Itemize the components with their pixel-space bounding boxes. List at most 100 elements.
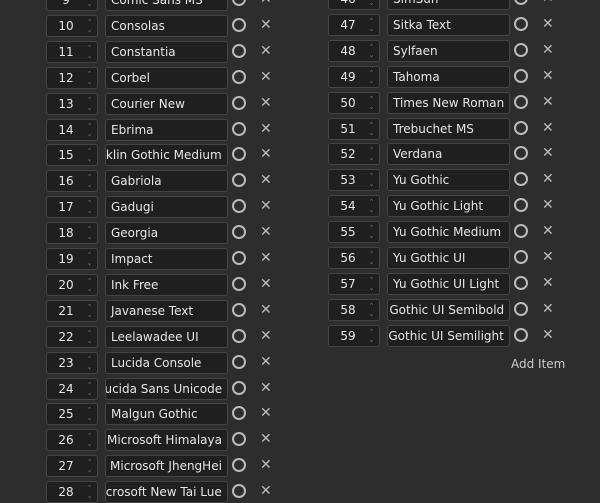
- circle-icon[interactable]: [232, 199, 246, 214]
- circle-icon[interactable]: [232, 121, 246, 136]
- spinner-arrows-icon[interactable]: ⌃⌄: [85, 96, 94, 112]
- circle-icon[interactable]: [232, 173, 246, 188]
- close-icon[interactable]: ✕: [260, 300, 272, 320]
- font-name-input[interactable]: Lucida Sans Unicode: [105, 377, 228, 400]
- font-name-input[interactable]: Yu Gothic UI Semibold: [387, 298, 510, 321]
- close-icon[interactable]: ✕: [260, 15, 272, 35]
- spinner-arrows-icon[interactable]: ⌃⌄: [367, 69, 376, 85]
- index-stepper[interactable]: 9 ⌃⌄: [46, 0, 98, 11]
- close-icon[interactable]: ✕: [542, 14, 554, 34]
- spinner-arrows-icon[interactable]: ⌃⌄: [85, 277, 94, 293]
- add-item-button[interactable]: Add Item: [511, 357, 565, 371]
- index-stepper[interactable]: 57 ⌃ ⌄: [328, 272, 380, 295]
- spinner-arrows-icon[interactable]: ⌃⌄: [367, 43, 376, 59]
- index-stepper[interactable]: 11 ⌃ ⌄: [46, 40, 98, 63]
- index-stepper[interactable]: 47 ⌃ ⌄: [328, 13, 380, 36]
- close-icon[interactable]: ✕: [260, 326, 272, 346]
- index-stepper[interactable]: 16 ⌃ ⌄: [46, 170, 98, 193]
- spinner-arrows-icon[interactable]: ⌃⌄: [85, 147, 94, 163]
- spinner-arrows-icon[interactable]: ⌃⌄: [367, 328, 376, 344]
- close-icon[interactable]: ✕: [260, 455, 272, 475]
- index-stepper[interactable]: 12 ⌃ ⌄: [46, 66, 98, 89]
- font-name-input[interactable]: SimSun: [387, 0, 510, 10]
- spinner-arrows-icon[interactable]: ⌃⌄: [85, 122, 94, 138]
- index-stepper[interactable]: 20 ⌃ ⌄: [46, 273, 98, 296]
- circle-icon[interactable]: [232, 458, 246, 473]
- index-stepper[interactable]: 50 ⌃ ⌄: [328, 91, 380, 114]
- font-name-input[interactable]: Times New Roman: [387, 91, 510, 114]
- circle-icon[interactable]: [514, 224, 528, 239]
- index-stepper[interactable]: 14 ⌃ ⌄: [46, 118, 98, 141]
- circle-icon[interactable]: [232, 380, 246, 395]
- close-icon[interactable]: ✕: [260, 429, 272, 449]
- close-icon[interactable]: ✕: [260, 41, 272, 61]
- circle-icon[interactable]: [514, 301, 528, 316]
- index-stepper[interactable]: 56 ⌃ ⌄: [328, 247, 380, 269]
- close-icon[interactable]: ✕: [542, 0, 554, 8]
- circle-icon[interactable]: [232, 95, 246, 110]
- font-name-input[interactable]: Gadugi: [105, 196, 228, 219]
- circle-icon[interactable]: [514, 0, 528, 5]
- spinner-arrows-icon[interactable]: ⌃⌄: [367, 121, 376, 137]
- font-name-input[interactable]: Consolas: [105, 14, 228, 37]
- font-name-input[interactable]: Leelawadee UI: [105, 325, 228, 348]
- index-stepper[interactable]: 23 ⌃ ⌄: [46, 351, 98, 374]
- font-name-input[interactable]: Yu Gothic UI Semilight: [387, 324, 510, 347]
- font-name-input[interactable]: Microsoft Himalaya: [105, 429, 228, 452]
- spinner-arrows-icon[interactable]: ⌃⌄: [85, 432, 94, 448]
- spinner-arrows-icon[interactable]: ⌃⌄: [367, 172, 376, 188]
- circle-icon[interactable]: [514, 146, 528, 161]
- spinner-arrows-icon[interactable]: ⌃⌄: [85, 303, 94, 319]
- font-name-input[interactable]: Microsoft JhengHei: [105, 455, 228, 478]
- circle-icon[interactable]: [232, 17, 246, 32]
- font-name-input[interactable]: Ebrima: [105, 118, 228, 141]
- circle-icon[interactable]: [232, 0, 246, 6]
- close-icon[interactable]: ✕: [542, 273, 554, 293]
- circle-icon[interactable]: [514, 250, 528, 264]
- close-icon[interactable]: ✕: [260, 67, 272, 87]
- circle-icon[interactable]: [232, 69, 246, 84]
- index-stepper[interactable]: 54 ⌃ ⌄: [328, 195, 380, 218]
- close-icon[interactable]: ✕: [260, 352, 272, 372]
- font-name-input[interactable]: Yu Gothic: [387, 169, 510, 192]
- font-name-input[interactable]: Franklin Gothic Medium: [105, 144, 228, 167]
- index-stepper[interactable]: 19 ⌃ ⌄: [46, 248, 98, 270]
- close-icon[interactable]: ✕: [542, 325, 554, 345]
- index-stepper[interactable]: 27 ⌃ ⌄: [46, 455, 98, 478]
- spinner-arrows-icon[interactable]: ⌃⌄: [85, 406, 94, 422]
- circle-icon[interactable]: [232, 302, 246, 317]
- font-name-input[interactable]: Sitka Text: [387, 13, 510, 36]
- spinner-arrows-icon[interactable]: ⌃⌄: [85, 458, 94, 474]
- index-stepper[interactable]: 58 ⌃ ⌄: [328, 298, 380, 321]
- circle-icon[interactable]: [514, 94, 528, 109]
- circle-icon[interactable]: [514, 16, 528, 31]
- font-name-input[interactable]: Ink Free: [105, 273, 228, 296]
- index-stepper[interactable]: 10 ⌃ ⌄: [46, 14, 98, 37]
- close-icon[interactable]: ✕: [260, 119, 272, 139]
- circle-icon[interactable]: [514, 68, 528, 83]
- spinner-arrows-icon[interactable]: ⌃⌄: [85, 0, 94, 8]
- close-icon[interactable]: ✕: [542, 92, 554, 112]
- circle-icon[interactable]: [514, 327, 528, 342]
- font-name-input[interactable]: Yu Gothic UI: [387, 247, 510, 269]
- circle-icon[interactable]: [232, 484, 246, 499]
- index-stepper[interactable]: 52 ⌃ ⌄: [328, 143, 380, 166]
- close-icon[interactable]: ✕: [260, 403, 272, 423]
- spinner-arrows-icon[interactable]: ⌃⌄: [85, 484, 94, 500]
- circle-icon[interactable]: [232, 432, 246, 447]
- spinner-arrows-icon[interactable]: ⌃⌄: [367, 17, 376, 33]
- index-stepper[interactable]: 53 ⌃ ⌄: [328, 169, 380, 192]
- circle-icon[interactable]: [514, 120, 528, 135]
- close-icon[interactable]: ✕: [542, 40, 554, 60]
- circle-icon[interactable]: [232, 328, 246, 343]
- circle-icon[interactable]: [232, 147, 246, 162]
- font-name-input[interactable]: Yu Gothic UI Light: [387, 272, 510, 295]
- close-icon[interactable]: ✕: [542, 143, 554, 163]
- index-stepper[interactable]: 18 ⌃ ⌄: [46, 222, 98, 245]
- spinner-arrows-icon[interactable]: ⌃⌄: [367, 198, 376, 214]
- spinner-arrows-icon[interactable]: ⌃⌄: [85, 70, 94, 86]
- close-icon[interactable]: ✕: [260, 378, 272, 398]
- close-icon[interactable]: ✕: [260, 248, 272, 268]
- close-icon[interactable]: ✕: [542, 66, 554, 86]
- font-name-input[interactable]: Courier New: [105, 92, 228, 115]
